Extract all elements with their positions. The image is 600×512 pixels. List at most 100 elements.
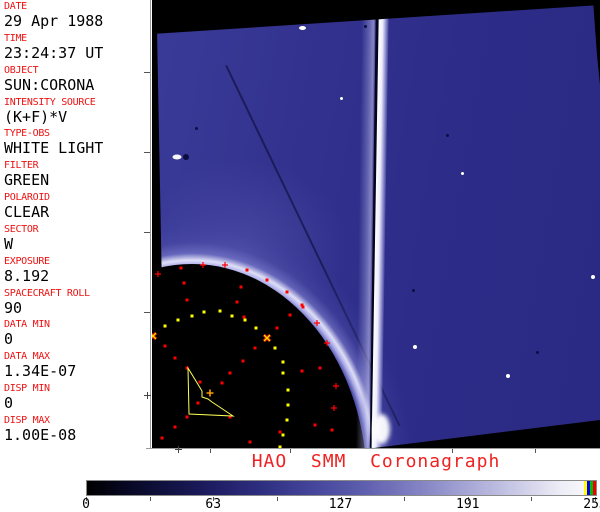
colorbar-tick xyxy=(404,497,406,501)
field-value: 29 Apr 1988 xyxy=(4,12,104,30)
red-marker-dot xyxy=(300,369,304,373)
metadata-field: SPACECRAFT ROLL 90 xyxy=(0,287,150,319)
red-marker-dot xyxy=(198,380,202,384)
field-value: CLEAR xyxy=(4,203,50,222)
red-marker-dot xyxy=(288,313,292,317)
red-marker-dot xyxy=(242,315,246,319)
metadata-field: TYPE-OBS WHITE LIGHT xyxy=(0,127,150,159)
red-marker-dot xyxy=(253,346,257,350)
star-dot xyxy=(339,96,343,100)
frame-tick xyxy=(144,232,150,233)
red-marker-dot xyxy=(245,268,249,272)
field-value: 8.192 xyxy=(4,266,50,285)
yellow-marker-dot xyxy=(281,433,285,437)
colorbar-stripe xyxy=(593,481,596,495)
dark-speck xyxy=(194,126,198,130)
field-label: DATA MIN xyxy=(4,319,50,331)
field-label: INTENSITY SOURCE xyxy=(4,96,96,108)
frame-tick xyxy=(144,312,150,313)
smm-coronagraph-viewer: DATE 29 Apr 1988 TIME 23:24:37 UT OBJECT SUN:… xyxy=(0,0,600,512)
metadata-field: TIME 23:24:37 UT xyxy=(0,32,150,64)
red-marker-dot xyxy=(160,436,164,440)
red-cross-marker xyxy=(324,340,330,346)
field-value: WHITE LIGHT xyxy=(4,139,104,158)
red-marker-dot xyxy=(275,326,279,330)
calibration-markers-overlay xyxy=(152,154,339,448)
red-marker-dot xyxy=(330,428,334,432)
star-dot xyxy=(298,26,306,30)
red-marker-dot xyxy=(248,440,252,444)
metadata-field: DATA MIN 0 xyxy=(0,318,150,350)
metadata-field: SECTOR W xyxy=(0,223,150,255)
red-marker-dot xyxy=(163,344,167,348)
yellow-marker-dot xyxy=(202,310,206,314)
yellow-marker-dot xyxy=(190,314,194,318)
field-value: W xyxy=(4,234,14,253)
red-marker-dot xyxy=(301,305,305,309)
field-value: 0 xyxy=(4,394,14,413)
coronagraph-image xyxy=(152,0,600,448)
dark-speck xyxy=(445,133,449,137)
field-label: SECTOR xyxy=(4,223,39,235)
yellow-marker-dot xyxy=(281,360,285,364)
metadata-field: DISP MAX 1.00E-08 xyxy=(0,414,150,446)
yellow-marker-dot xyxy=(163,324,167,328)
star-dot xyxy=(460,171,464,175)
metadata-field: OBJECT SUN:CORONA xyxy=(0,64,150,96)
image-title: HAO SMM Coronagraph xyxy=(251,451,501,472)
field-value: 90 xyxy=(4,298,23,317)
yellow-marker-dot xyxy=(254,326,258,330)
yellow-marker-dot xyxy=(176,318,180,322)
metadata-field: DISP MIN 0 xyxy=(0,382,150,414)
yellow-marker-dot xyxy=(281,371,285,375)
red-marker-dot xyxy=(313,423,317,427)
image-border-left xyxy=(150,0,151,449)
colorbar xyxy=(86,480,597,496)
red-marker-dot xyxy=(182,281,186,285)
red-marker-dot xyxy=(185,298,189,302)
red-marker-dot xyxy=(173,356,177,360)
red-marker-dot xyxy=(265,278,269,282)
colorbar-label: 127 xyxy=(328,497,353,512)
colorbar-label: 255 xyxy=(583,497,600,512)
red-marker-dot xyxy=(318,366,322,370)
red-marker-dot xyxy=(179,266,183,270)
yellow-marker-dot xyxy=(286,388,290,392)
red-cross-marker xyxy=(155,271,161,277)
red-marker-dot xyxy=(239,285,243,289)
metadata-field: INTENSITY SOURCE (K+F)*V xyxy=(0,96,150,128)
field-value: 1.00E-08 xyxy=(4,425,77,444)
colorbar-tick xyxy=(276,497,278,501)
yellow-marker-dot xyxy=(243,318,247,322)
field-value: GREEN xyxy=(4,171,50,190)
yellow-marker-dot xyxy=(218,309,222,313)
red-marker-dot xyxy=(235,300,239,304)
plus-mark xyxy=(147,392,148,399)
field-label: EXPOSURE xyxy=(4,255,50,267)
metadata-field: DATE 29 Apr 1988 xyxy=(0,0,150,32)
colorbar-label: 191 xyxy=(456,497,480,512)
colorbar-tick xyxy=(149,497,151,501)
comet-tail xyxy=(172,154,182,160)
red-cross-marker xyxy=(200,262,206,268)
field-label: SPACECRAFT ROLL xyxy=(4,287,90,299)
dark-speck xyxy=(363,24,367,28)
field-label: DISP MIN xyxy=(4,383,50,395)
red-marker-dot xyxy=(220,381,224,385)
colorbar-label: 0 xyxy=(82,497,90,512)
image-border-bottom xyxy=(146,448,600,449)
comet-head xyxy=(183,154,189,160)
yellow-marker-dot xyxy=(286,403,290,407)
star-dot xyxy=(506,374,510,378)
yellow-marker-dot xyxy=(230,314,234,318)
metadata-field: FILTER GREEN xyxy=(0,159,150,191)
red-marker-dot xyxy=(285,290,289,294)
dark-speck xyxy=(535,350,539,354)
colorbar-label: 63 xyxy=(205,497,222,512)
field-value: SUN:CORONA xyxy=(4,75,95,94)
dark-speck xyxy=(411,288,415,292)
field-label: TIME xyxy=(4,32,27,44)
yellow-marker-dot xyxy=(285,418,289,422)
field-value: (K+F)*V xyxy=(4,107,68,126)
orange-plus-marker xyxy=(206,389,214,397)
